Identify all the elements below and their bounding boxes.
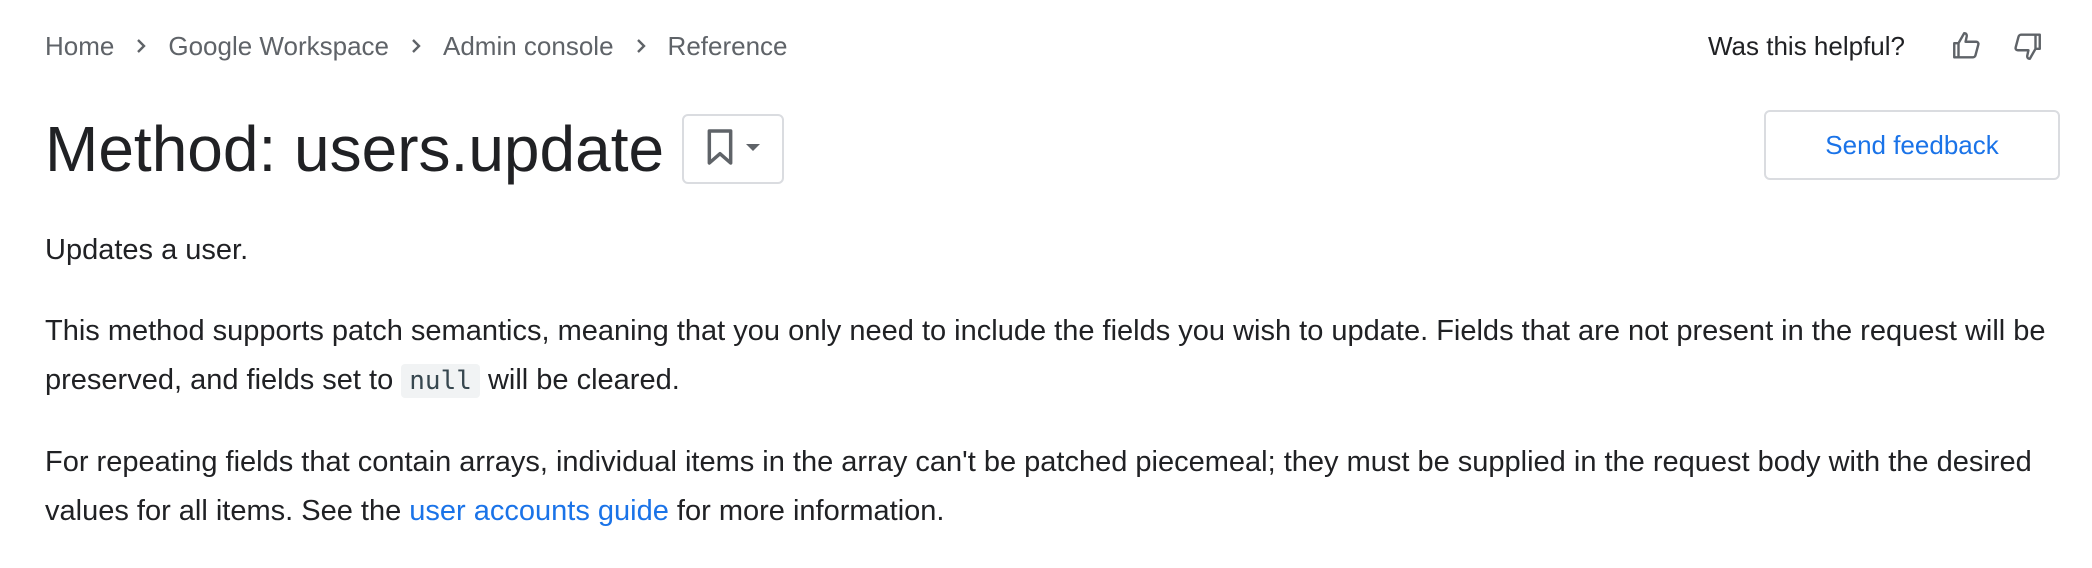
thumb-down-icon[interactable]	[2007, 26, 2047, 66]
user-accounts-guide-link[interactable]: user accounts guide	[409, 495, 669, 527]
null-code: null	[401, 364, 480, 398]
patch-text-before: This method supports patch semantics, me…	[45, 315, 2046, 396]
title-row: Method: users.update	[45, 104, 785, 194]
bookmark-icon	[704, 127, 736, 172]
method-description: Updates a user. This method supports pat…	[45, 226, 2055, 568]
thumb-up-icon[interactable]	[1947, 26, 1987, 66]
breadcrumb-reference[interactable]: Reference	[668, 31, 788, 62]
repeating-text-after: for more information.	[668, 495, 945, 527]
helpful-question: Was this helpful?	[1707, 30, 1905, 61]
paragraph-summary: Updates a user.	[45, 226, 2055, 275]
chevron-right-icon	[614, 26, 668, 66]
repeating-text-before: For repeating fields that contain arrays…	[45, 446, 2032, 527]
paragraph-patch-semantics: This method supports patch semantics, me…	[45, 307, 2055, 406]
send-feedback-button[interactable]: Send feedback	[1764, 110, 2060, 180]
breadcrumb-home[interactable]: Home	[45, 31, 114, 62]
patch-text-after: will be cleared.	[479, 364, 680, 396]
summary-text: Updates a user.	[45, 234, 249, 266]
paragraph-repeating-fields: For repeating fields that contain arrays…	[45, 438, 2055, 536]
bookmark-button[interactable]	[682, 114, 785, 184]
chevron-right-icon	[389, 26, 443, 66]
breadcrumb-admin-console[interactable]: Admin console	[443, 31, 614, 62]
helpful-widget: Was this helpful?	[1708, 26, 2047, 66]
caret-down-icon	[744, 140, 762, 158]
breadcrumb: Home Google Workspace Admin console Refe…	[45, 26, 788, 66]
page-title: Method: users.update	[45, 113, 665, 185]
chevron-right-icon	[114, 26, 168, 66]
breadcrumb-google-workspace[interactable]: Google Workspace	[168, 31, 389, 62]
